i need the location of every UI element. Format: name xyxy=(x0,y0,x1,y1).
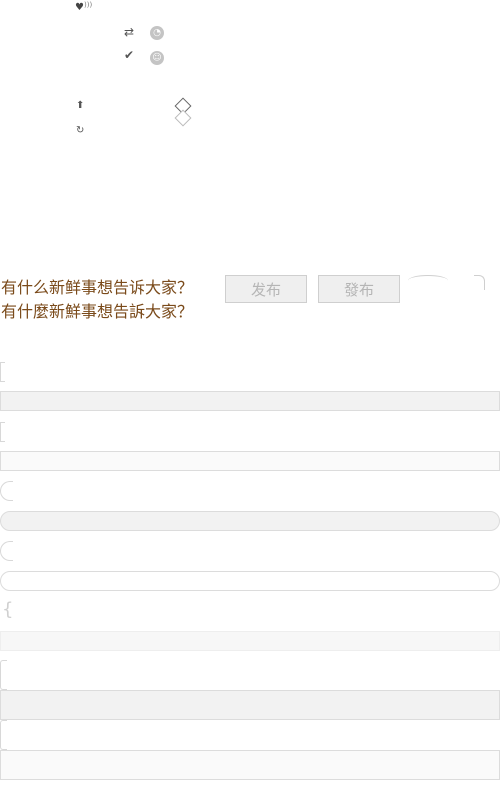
decorative-curve xyxy=(408,275,448,286)
input-edge-marker xyxy=(0,422,5,442)
signal-waves-icon: ))) xyxy=(84,1,93,9)
input-edge-marker: { xyxy=(2,599,14,620)
repost-icon[interactable]: ⇄ xyxy=(124,26,134,38)
input-edge-marker xyxy=(0,481,13,501)
text-input-gray-square[interactable] xyxy=(0,391,500,411)
heart-signal-icon[interactable]: ♥ xyxy=(75,2,84,14)
text-input-light-square[interactable] xyxy=(0,451,500,471)
decorative-hook xyxy=(474,275,485,290)
text-input-white-rounded[interactable] xyxy=(0,571,500,591)
textarea-light[interactable] xyxy=(0,750,500,780)
diamond-shadow-icon xyxy=(174,109,192,127)
publish-button-simplified[interactable]: 发布 xyxy=(225,275,307,303)
check-icon[interactable]: ✔ xyxy=(124,49,134,61)
composer-prompt-simplified: 有什么新鲜事想告诉大家？ xyxy=(1,278,194,297)
input-edge-marker xyxy=(0,362,5,382)
input-edge-marker xyxy=(0,660,7,690)
composer-prompt-traditional: 有什麼新鮮事想告訴大家？ xyxy=(1,302,194,321)
input-edge-marker xyxy=(0,541,13,561)
text-input-faint[interactable] xyxy=(0,631,500,651)
refresh-icon[interactable]: ↻ xyxy=(76,125,84,137)
input-edge-marker xyxy=(0,720,7,750)
smile-icon[interactable]: ☺ xyxy=(150,51,164,65)
textarea-gray[interactable] xyxy=(0,690,500,720)
publish-button-traditional[interactable]: 發布 xyxy=(318,275,400,303)
clock-icon[interactable]: ◔ xyxy=(150,26,164,40)
text-input-gray-rounded[interactable] xyxy=(0,511,500,531)
upload-icon[interactable]: ⬆ xyxy=(76,100,84,112)
